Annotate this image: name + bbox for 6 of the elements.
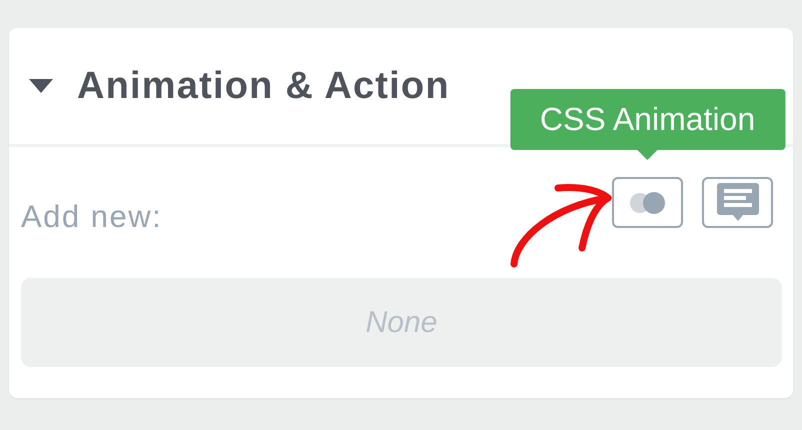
- message-icon: [716, 182, 758, 222]
- section-title: Animation & Action: [77, 64, 450, 108]
- add-new-label: Add new:: [21, 198, 162, 234]
- collapse-triangle-icon[interactable]: [29, 79, 53, 93]
- toggle-circles-icon: [628, 192, 666, 214]
- tooltip-pointer: [638, 150, 658, 160]
